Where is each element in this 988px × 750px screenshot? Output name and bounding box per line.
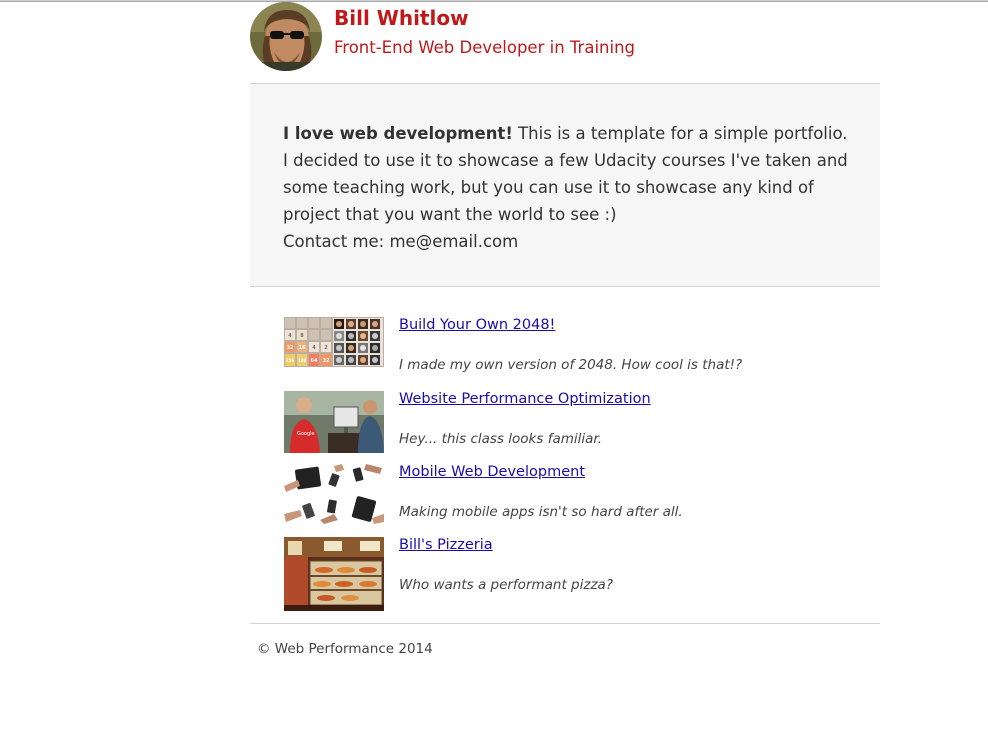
profile-header: Bill Whitlow Front-End Web Developer in …: [250, 0, 880, 84]
projects-list: 4 8 32 16 4 2 256 128 64 32 Build Your O…: [250, 287, 880, 624]
tile-label: 16: [299, 345, 306, 351]
tile-label: 4: [288, 333, 292, 339]
project-link-mobile-web[interactable]: Mobile Web Development: [399, 464, 585, 480]
about-lead: I love web development!: [283, 124, 513, 143]
project-description: Who wants a performant pizza?: [399, 577, 613, 593]
tile-label: 2: [324, 345, 328, 351]
project-link-pizzeria[interactable]: Bill's Pizzeria: [399, 537, 493, 553]
copyright-text: © Web Performance 2014: [257, 641, 433, 657]
footer: © Web Performance 2014: [250, 624, 880, 657]
profile-tagline: Front-End Web Developer in Training: [334, 38, 636, 57]
tile-label: 32: [323, 358, 330, 364]
tile-label: 32: [287, 345, 294, 351]
project-thumbnail-mobile-web[interactable]: [284, 464, 384, 524]
page-container: Bill Whitlow Front-End Web Developer in …: [250, 0, 880, 657]
project-item-mobile-web: Mobile Web Development Making mobile app…: [284, 464, 844, 530]
tile-label: 4: [312, 345, 316, 351]
project-item-pizzeria: Bill's Pizzeria Who wants a performant p…: [284, 537, 844, 613]
contact-line: Contact me: me@email.com: [283, 232, 519, 251]
project-description: I made my own version of 2048. How cool …: [399, 357, 743, 373]
shirt-logo-text: Google: [297, 431, 315, 437]
project-item-2048: 4 8 32 16 4 2 256 128 64 32 Build Your O…: [284, 317, 844, 387]
project-item-web-performance: Google Website Performance Optimization …: [284, 391, 844, 457]
about-text: I love web development! This is a templa…: [283, 120, 850, 255]
project-thumbnail-web-performance[interactable]: Google: [284, 391, 384, 453]
avatar: [250, 2, 322, 71]
project-link-2048[interactable]: Build Your Own 2048!: [399, 317, 555, 333]
project-description: Hey... this class looks familiar.: [399, 431, 603, 447]
tile-label: 8: [300, 333, 304, 339]
tile-label: 256: [286, 358, 295, 363]
project-link-web-performance[interactable]: Website Performance Optimization: [399, 391, 651, 407]
project-thumbnail-pizzeria[interactable]: [284, 537, 384, 611]
project-description: Making mobile apps isn't so hard after a…: [399, 504, 683, 520]
tile-label: 64: [311, 358, 318, 364]
project-thumbnail-2048[interactable]: 4 8 32 16 4 2 256 128 64 32: [284, 317, 384, 367]
tile-label: 128: [298, 358, 307, 363]
profile-name: Bill Whitlow: [334, 6, 469, 30]
about-section: I love web development! This is a templa…: [250, 84, 880, 287]
